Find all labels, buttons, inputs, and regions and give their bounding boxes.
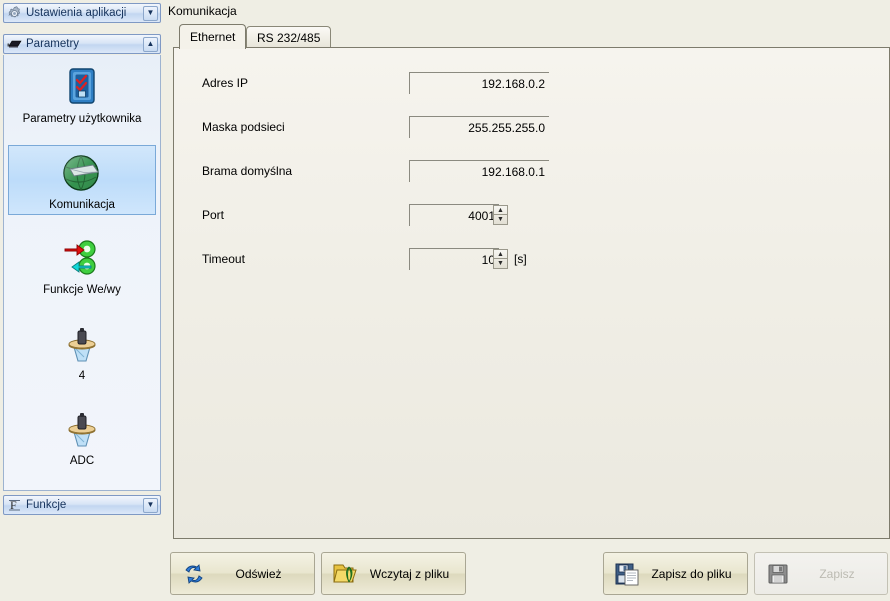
adres-ip-input[interactable] xyxy=(409,72,549,94)
load-from-file-button-label: Wczytaj z pliku xyxy=(369,566,450,581)
sidebar-item-parametry-uzytkownika[interactable]: Parametry użytkownika xyxy=(8,59,156,129)
chip-icon xyxy=(6,36,23,52)
sidebar-item-list: Parametry użytkownika Komunikacja Funkcj… xyxy=(3,55,161,491)
save-button[interactable]: Zapisz xyxy=(754,552,888,595)
sidebar-item-funkcje-we-wy[interactable]: Funkcje We/wy xyxy=(8,230,156,300)
clipboard-checklist-icon xyxy=(58,65,106,109)
sidebar-item-label: ADC xyxy=(69,455,95,467)
sidebar-group-parametry[interactable]: Parametry ▲ xyxy=(3,34,161,54)
ethernet-settings-panel: Adres IP Maska podsieci Brama domyślna P… xyxy=(173,47,890,539)
stepper-down-icon[interactable]: ▼ xyxy=(494,259,507,268)
sidebar-group-funkcje-label: Funkcje xyxy=(26,499,67,511)
field-label: Brama domyślna xyxy=(202,164,293,178)
tab-rs232-485[interactable]: RS 232/485 xyxy=(246,26,332,48)
maska-podsieci-input[interactable] xyxy=(409,116,549,138)
scale-icon xyxy=(58,322,106,366)
sidebar: Ustawienia aplikacji ▼ Parametry ▲ Param… xyxy=(0,0,165,601)
field-label: Port xyxy=(202,208,225,222)
field-row-port: Port ▲ ▼ xyxy=(174,204,889,230)
timeout-input[interactable] xyxy=(409,248,499,270)
gear-icon xyxy=(6,5,23,21)
scale-icon xyxy=(58,407,106,451)
sidebar-group-parametry-label: Parametry xyxy=(26,38,80,50)
floppy-icon xyxy=(761,559,795,589)
port-input[interactable] xyxy=(409,204,499,226)
sidebar-item-komunikacja[interactable]: Komunikacja xyxy=(8,145,156,215)
chevron-down-icon[interactable]: ▼ xyxy=(143,497,158,513)
stepper-up-icon[interactable]: ▲ xyxy=(494,250,507,259)
port-stepper[interactable]: ▲ ▼ xyxy=(493,205,508,225)
field-row-timeout: Timeout ▲ ▼ [s] xyxy=(174,248,889,274)
save-as-icon xyxy=(610,559,644,589)
sidebar-item-label: 4 xyxy=(78,370,86,382)
field-label: Timeout xyxy=(202,252,245,266)
application-window: Ustawienia aplikacji ▼ Parametry ▲ Param… xyxy=(0,0,890,601)
sidebar-item-label: Parametry użytkownika xyxy=(22,113,142,125)
sidebar-item-adc[interactable]: ADC xyxy=(8,401,156,471)
chevron-up-icon[interactable]: ▲ xyxy=(143,36,158,52)
field-row-adres-ip: Adres IP xyxy=(174,72,889,98)
refresh-button-label: Odśwież xyxy=(235,566,282,581)
main-content: Komunikacja Ethernet RS 232/485 Adres IP… xyxy=(166,0,890,601)
refresh-arrows-icon xyxy=(177,559,211,589)
stepper-down-icon[interactable]: ▼ xyxy=(494,215,507,224)
open-folder-icon xyxy=(328,559,362,589)
load-from-file-button[interactable]: Wczytaj z pliku xyxy=(321,552,466,595)
save-to-file-button-label: Zapisz do pliku xyxy=(651,566,732,581)
tab-label: RS 232/485 xyxy=(257,30,321,45)
tab-ethernet[interactable]: Ethernet xyxy=(179,24,247,49)
field-row-maska-podsieci: Maska podsieci xyxy=(174,116,889,142)
field-label: Maska podsieci xyxy=(202,120,285,134)
sidebar-item-4[interactable]: 4 xyxy=(8,316,156,386)
breadcrumb: Komunikacja xyxy=(168,4,237,18)
sidebar-item-label: Komunikacja xyxy=(49,199,115,211)
save-to-file-button[interactable]: Zapisz do pliku xyxy=(603,552,748,595)
chevron-down-icon[interactable]: ▼ xyxy=(143,5,158,21)
tab-label: Ethernet xyxy=(190,30,236,44)
function-icon: F xyxy=(6,497,23,513)
tab-strip: Ethernet RS 232/485 xyxy=(173,24,890,49)
io-arrows-icon xyxy=(58,236,106,280)
timeout-unit-label: [s] xyxy=(514,252,527,266)
field-row-brama-domyslna: Brama domyślna xyxy=(174,160,889,186)
globe-network-icon xyxy=(58,151,106,195)
save-button-label: Zapisz xyxy=(819,566,855,581)
field-label: Adres IP xyxy=(202,76,249,90)
refresh-button[interactable]: Odśwież xyxy=(170,552,315,595)
sidebar-item-label: Funkcje We/wy xyxy=(43,284,121,296)
brama-domyslna-input[interactable] xyxy=(409,160,549,182)
bottom-toolbar: Odśwież Wczytaj z pliku Zapisz do pliku … xyxy=(166,547,890,601)
stepper-up-icon[interactable]: ▲ xyxy=(494,206,507,215)
timeout-stepper[interactable]: ▲ ▼ xyxy=(493,249,508,269)
sidebar-app-settings-label: Ustawienia aplikacji xyxy=(26,7,127,19)
sidebar-app-settings-bar[interactable]: Ustawienia aplikacji ▼ xyxy=(3,3,161,23)
sidebar-group-funkcje[interactable]: F Funkcje ▼ xyxy=(3,495,161,515)
